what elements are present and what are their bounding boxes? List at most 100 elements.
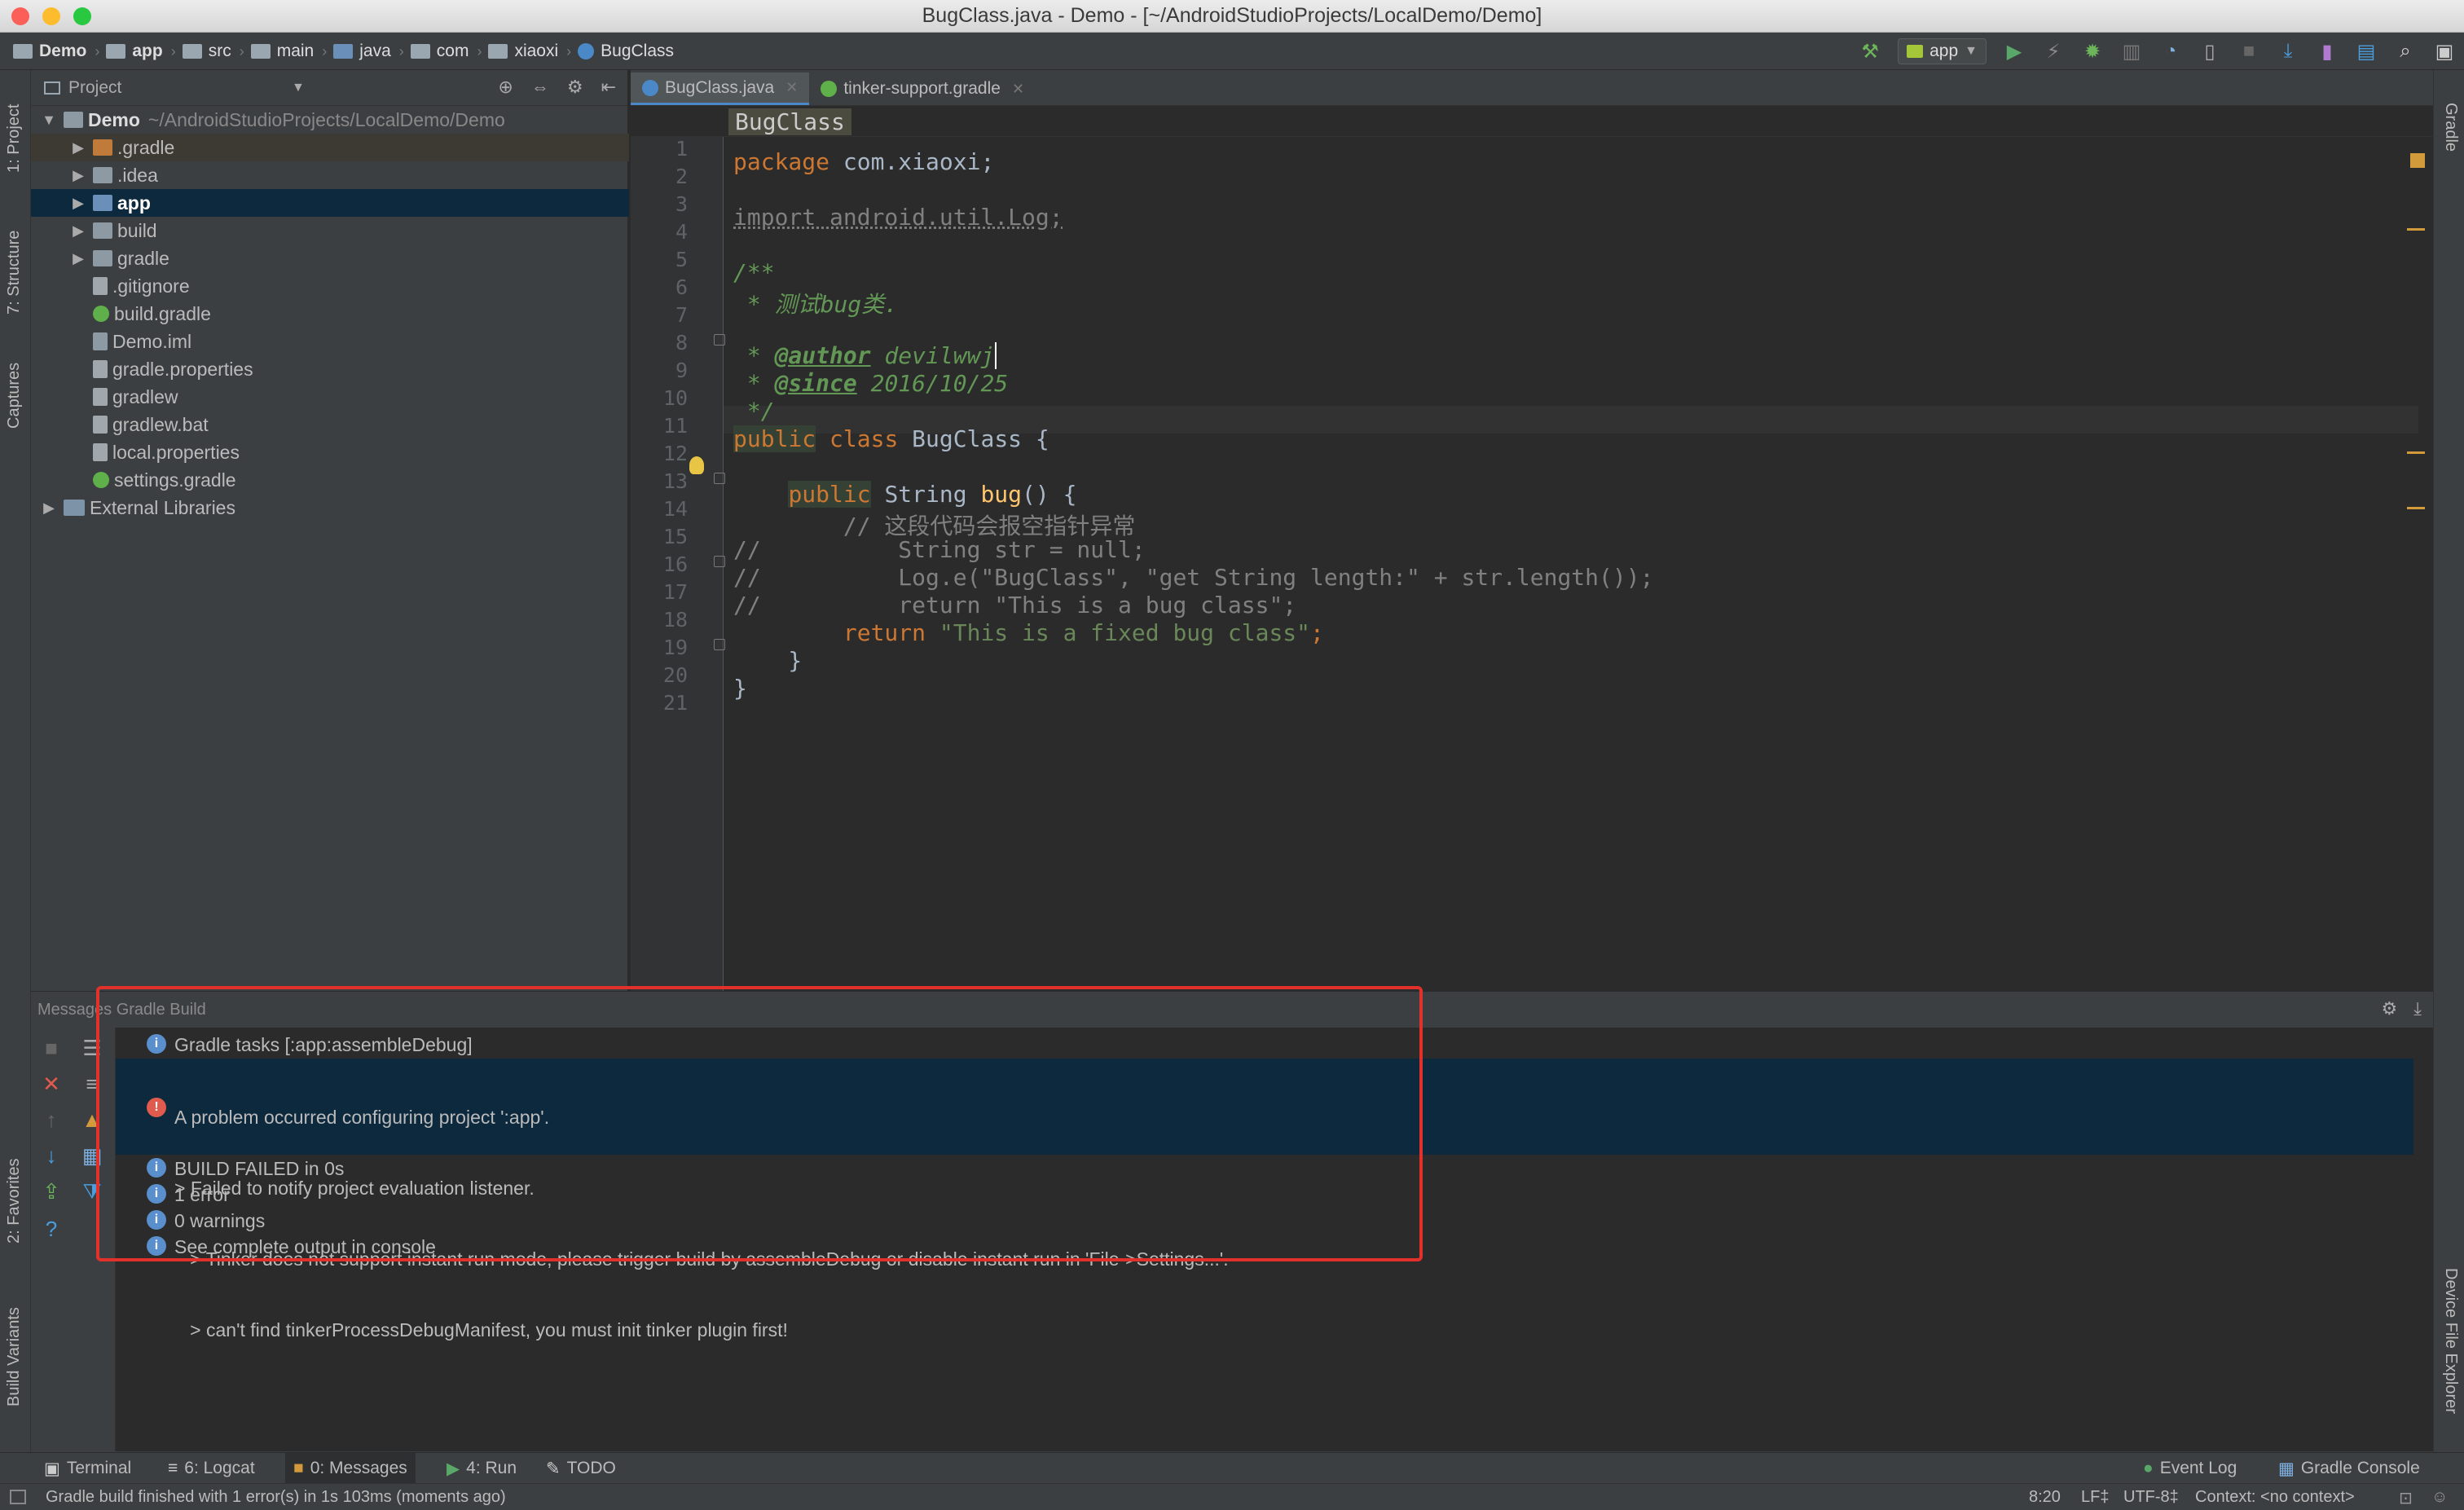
fold-marker-icon[interactable]	[714, 639, 725, 650]
avd-manager-icon[interactable]: ▮	[2316, 40, 2339, 63]
export-to-file-icon[interactable]: ⇪	[39, 1179, 64, 1204]
tree-item-gradle-dir[interactable]: ▶ .gradle	[31, 134, 629, 161]
tree-item-app[interactable]: ▶ app	[31, 189, 629, 217]
tree-root-demo[interactable]: ▼ Demo ~/AndroidStudioProjects/LocalDemo…	[31, 106, 629, 134]
code-line-13[interactable]: public String bug() {	[733, 481, 1076, 508]
code-line-1[interactable]: package com.xiaoxi;	[733, 148, 994, 175]
tree-item-gradle[interactable]: ▶ gradle	[31, 244, 629, 272]
tab-project[interactable]: 1: Project	[5, 104, 24, 173]
run-config-select[interactable]: app ▼	[1898, 38, 1987, 64]
sdk-manager-icon[interactable]: ▣	[2433, 40, 2456, 63]
collapse-all-icon[interactable]: ⇔	[531, 77, 549, 98]
warning-status-icon[interactable]	[2410, 153, 2425, 168]
code-line-16[interactable]: // Log.e("BugClass", "get String length:…	[733, 564, 1653, 591]
code-line-10[interactable]: */	[733, 398, 775, 425]
breadcrumb-main[interactable]: main ›	[248, 42, 331, 61]
lightbulb-icon[interactable]	[689, 456, 704, 474]
tab-favorites[interactable]: 2: Favorites	[5, 1159, 24, 1244]
tree-item-local-properties[interactable]: local.properties	[31, 438, 629, 466]
code-line-8[interactable]: * @author devilwwj	[733, 342, 997, 369]
tab-gradle-console[interactable]: ▦ Gradle Console	[2270, 1453, 2428, 1484]
run-icon[interactable]: ▶	[2003, 40, 2026, 63]
tab-logcat[interactable]: ≡ 6: Logcat	[160, 1453, 263, 1484]
expand-arrow-icon[interactable]: ▶	[70, 195, 86, 212]
next-message-icon[interactable]: ↓	[39, 1143, 64, 1168]
tree-item-build[interactable]: ▶ build	[31, 217, 629, 244]
scroll-marker[interactable]	[2407, 451, 2425, 454]
breadcrumb-java[interactable]: java ›	[330, 42, 407, 61]
tree-item-external-libraries[interactable]: ▶ External Libraries	[31, 494, 629, 522]
toggle-tool-windows-icon[interactable]	[10, 1490, 26, 1504]
search-icon[interactable]: ⌕	[2394, 40, 2417, 63]
scroll-marker[interactable]	[2407, 228, 2425, 231]
gear-icon[interactable]: ⚙	[2382, 998, 2398, 1019]
tree-item-gradle-properties[interactable]: gradle.properties	[31, 355, 629, 383]
stop-icon[interactable]: ■	[39, 1036, 64, 1060]
tree-item-build-gradle[interactable]: build.gradle	[31, 300, 629, 328]
code-line-3[interactable]: import android.util.Log;	[733, 204, 1063, 231]
code-line-19[interactable]: }	[733, 647, 802, 674]
expand-arrow-icon[interactable]: ▶	[41, 500, 57, 517]
sync-gradle-icon[interactable]: ⤓	[2277, 40, 2299, 63]
lock-icon[interactable]: ⊡	[2399, 1488, 2413, 1508]
tab-todo[interactable]: ✎ TODO	[538, 1453, 624, 1484]
help-icon[interactable]: ?	[39, 1217, 64, 1241]
project-view-select[interactable]: Project	[68, 78, 121, 98]
hide-panel-icon[interactable]: ⤓	[2413, 998, 2422, 1019]
code-line-9[interactable]: * @since 2016/10/25	[733, 370, 1008, 397]
tab-captures[interactable]: Captures	[5, 363, 24, 429]
editor-breadcrumb-class[interactable]: BugClass	[728, 108, 851, 135]
fold-marker-icon[interactable]	[714, 473, 725, 484]
coverage-icon[interactable]: ▥	[2120, 40, 2143, 63]
code-line-18[interactable]: return "This is a fixed bug class";	[733, 619, 1324, 646]
previous-message-icon[interactable]: ↑	[39, 1107, 64, 1132]
expand-arrow-icon[interactable]: ▼	[41, 112, 57, 129]
breadcrumb-src[interactable]: src ›	[179, 42, 248, 61]
expand-arrow-icon[interactable]: ▶	[70, 250, 86, 267]
scroll-marker[interactable]	[2407, 507, 2425, 509]
profiler-icon[interactable]: ◔	[2159, 40, 2182, 63]
apply-changes-icon[interactable]: ⚡	[2042, 40, 2065, 63]
project-structure-icon[interactable]: ▤	[2355, 40, 2378, 63]
make-project-hammer-icon[interactable]: ⚒	[1859, 40, 1881, 63]
breadcrumb-xiaoxi[interactable]: xiaoxi ›	[485, 42, 574, 61]
code-line-5[interactable]: /**	[733, 259, 775, 286]
code-line-17[interactable]: // return "This is a bug class";	[733, 592, 1296, 619]
tree-item-idea[interactable]: ▶ .idea	[31, 161, 629, 189]
chevron-down-icon[interactable]: ▼	[292, 81, 305, 95]
tab-messages[interactable]: ■ 0: Messages	[285, 1453, 416, 1484]
line-separator[interactable]: LF‡	[2081, 1488, 2109, 1507]
inspector-icon[interactable]: ☺	[2431, 1488, 2448, 1507]
hide-panel-icon[interactable]: ⇤	[601, 77, 616, 98]
attach-debugger-icon[interactable]: ▯	[2198, 40, 2221, 63]
breadcrumb-com[interactable]: com ›	[407, 42, 486, 61]
close-icon[interactable]: ✕	[785, 79, 798, 96]
code-line-11[interactable]: public class BugClass {	[733, 425, 1049, 452]
tree-item-demo-iml[interactable]: Demo.iml	[31, 328, 629, 355]
status-message[interactable]: Gradle build finished with 1 error(s) in…	[46, 1488, 506, 1507]
file-encoding[interactable]: UTF-8‡	[2123, 1488, 2179, 1507]
tab-run[interactable]: ▶ 4: Run	[438, 1453, 525, 1484]
tab-event-log[interactable]: ● Event Log	[2135, 1453, 2245, 1484]
stop-icon[interactable]: ■	[2237, 40, 2260, 63]
breadcrumb-bugclass[interactable]: BugClass	[574, 42, 677, 61]
gear-icon[interactable]: ⚙	[567, 77, 583, 98]
code-line-20[interactable]: }	[733, 675, 747, 702]
code-line-6[interactable]: * 测试bug类.	[733, 287, 898, 319]
tree-item-gradlew-bat[interactable]: gradlew.bat	[31, 411, 629, 438]
debug-icon[interactable]: ✹	[2081, 40, 2104, 63]
context-indicator[interactable]: Context: <no context>	[2195, 1488, 2355, 1507]
tree-item-gitignore[interactable]: .gitignore	[31, 272, 629, 300]
tab-build-variants[interactable]: Build Variants	[5, 1307, 24, 1407]
close-icon[interactable]: ✕	[39, 1072, 64, 1096]
tab-terminal[interactable]: ▣ Terminal	[36, 1453, 139, 1484]
code-line-15[interactable]: // String str = null;	[733, 536, 1146, 563]
breadcrumb-demo[interactable]: Demo ›	[10, 42, 103, 61]
scroll-from-source-icon[interactable]: ⊕	[498, 77, 513, 98]
tree-item-settings-gradle[interactable]: settings.gradle	[31, 466, 629, 494]
tab-device-file-explorer[interactable]: Device File Explorer	[2441, 1268, 2460, 1414]
expand-arrow-icon[interactable]: ▶	[70, 167, 86, 184]
expand-arrow-icon[interactable]: ▶	[70, 222, 86, 240]
breadcrumb-app[interactable]: app ›	[103, 42, 178, 61]
expand-arrow-icon[interactable]: ▶	[70, 139, 86, 156]
